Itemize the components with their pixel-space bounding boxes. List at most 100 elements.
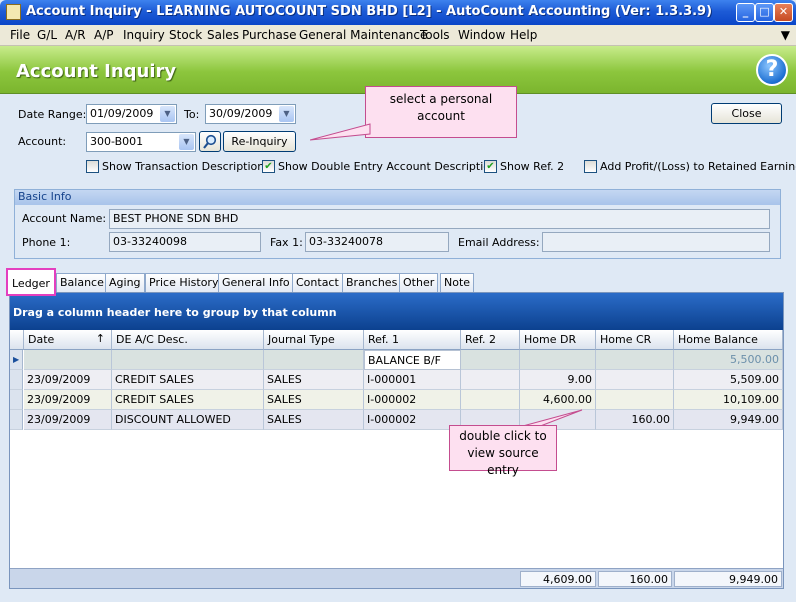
table-cell[interactable] xyxy=(596,390,674,410)
tab-branches[interactable]: Branches xyxy=(342,273,402,292)
menu-general-maintenance[interactable]: General Maintenance xyxy=(299,28,427,42)
show-double-entry-label: Show Double Entry Account Description xyxy=(278,160,497,173)
chevron-down-icon[interactable]: ▼ xyxy=(279,106,294,122)
maximize-icon[interactable]: □ xyxy=(755,3,774,22)
add-profit-loss-checkbox[interactable] xyxy=(584,160,597,173)
date-from-value: 01/09/2009 xyxy=(90,107,154,120)
date-to-input[interactable]: 30/09/2009 ▼ xyxy=(205,104,296,124)
menu-ar[interactable]: A/R xyxy=(65,28,86,42)
date-from-input[interactable]: 01/09/2009 ▼ xyxy=(86,104,177,124)
tab-other[interactable]: Other xyxy=(399,273,439,292)
window-titlebar: Account Inquiry - LEARNING AUTOCOUNT SDN… xyxy=(0,0,796,25)
row-selector[interactable] xyxy=(10,410,23,430)
table-cell[interactable]: 5,500.00 xyxy=(674,350,783,370)
menu-window[interactable]: Window xyxy=(458,28,505,42)
search-button[interactable] xyxy=(199,131,221,152)
table-cell[interactable]: 23/09/2009 xyxy=(24,390,112,410)
table-cell[interactable]: I-000001 xyxy=(364,370,461,390)
table-cell[interactable]: 5,509.00 xyxy=(674,370,783,390)
search-icon xyxy=(203,134,217,149)
show-transaction-description-checkbox[interactable] xyxy=(86,160,99,173)
table-cell[interactable]: CREDIT SALES xyxy=(112,370,264,390)
row-selector[interactable] xyxy=(10,390,23,410)
menu-stock[interactable]: Stock xyxy=(169,28,202,42)
table-cell[interactable]: 160.00 xyxy=(596,410,674,430)
chevron-down-icon[interactable]: ▼ xyxy=(179,134,194,150)
column-header-ref1[interactable]: Ref. 1 xyxy=(364,330,461,350)
tab-general-info[interactable]: General Info xyxy=(218,273,294,292)
row-selector[interactable] xyxy=(10,370,23,390)
column-header-home-dr[interactable]: Home DR xyxy=(520,330,596,350)
menu-inquiry[interactable]: Inquiry xyxy=(123,28,165,42)
table-cell[interactable]: SALES xyxy=(264,410,364,430)
account-label: Account: xyxy=(18,135,67,148)
minimize-icon[interactable]: _ xyxy=(736,3,755,22)
table-cell[interactable]: I-000002 xyxy=(364,410,461,430)
table-cell[interactable]: SALES xyxy=(264,370,364,390)
menu-gl[interactable]: G/L xyxy=(37,28,57,42)
table-cell[interactable] xyxy=(461,390,520,410)
column-header-ref2[interactable]: Ref. 2 xyxy=(461,330,520,350)
table-cell[interactable]: I-000002 xyxy=(364,390,461,410)
close-button[interactable]: Close xyxy=(711,103,782,124)
add-profit-loss-label: Add Profit/(Loss) to Retained Earning xyxy=(600,160,796,173)
account-input[interactable]: 300-B001 ▼ xyxy=(86,132,196,152)
table-cell[interactable]: 9.00 xyxy=(520,370,596,390)
table-cell[interactable] xyxy=(264,350,364,370)
chevron-down-icon[interactable]: ▼ xyxy=(160,106,175,122)
table-cell[interactable]: 10,109.00 xyxy=(674,390,783,410)
menu-ap[interactable]: A/P xyxy=(94,28,114,42)
table-cell[interactable]: 23/09/2009 xyxy=(24,410,112,430)
table-cell[interactable]: 4,600.00 xyxy=(520,390,596,410)
menu-purchase[interactable]: Purchase xyxy=(242,28,297,42)
menu-tools[interactable]: Tools xyxy=(420,28,450,42)
column-header-home-cr[interactable]: Home CR xyxy=(596,330,674,350)
callout-select-account: select a personal account xyxy=(365,86,517,138)
group-by-bar[interactable]: Drag a column header here to group by th… xyxy=(10,293,783,330)
ledger-grid[interactable]: Drag a column header here to group by th… xyxy=(9,292,784,589)
show-ref2-checkbox[interactable]: ✔ xyxy=(484,160,497,173)
sort-up-icon: ↑ xyxy=(95,332,105,345)
tab-aging[interactable]: Aging xyxy=(105,273,145,292)
show-transaction-description-label: Show Transaction Description xyxy=(102,160,265,173)
table-cell[interactable] xyxy=(112,350,264,370)
menu-file[interactable]: File xyxy=(10,28,30,42)
table-cell[interactable] xyxy=(461,370,520,390)
menu-sales[interactable]: Sales xyxy=(207,28,239,42)
tab-contact[interactable]: Contact xyxy=(292,273,343,292)
help-icon[interactable]: ? xyxy=(756,54,788,86)
tab-note[interactable]: Note xyxy=(440,273,475,292)
table-cell[interactable] xyxy=(596,370,674,390)
table-cell[interactable] xyxy=(461,350,520,370)
column-header-journal-type[interactable]: Journal Type xyxy=(264,330,364,350)
table-cell[interactable] xyxy=(24,350,112,370)
column-header-home-balance[interactable]: Home Balance xyxy=(674,330,783,350)
table-cell[interactable]: SALES xyxy=(264,390,364,410)
table-cell[interactable] xyxy=(520,350,596,370)
page-title: Account Inquiry xyxy=(16,61,177,82)
menu-help[interactable]: Help xyxy=(510,28,537,42)
table-cell[interactable] xyxy=(596,350,674,370)
table-cell[interactable]: DISCOUNT ALLOWED xyxy=(112,410,264,430)
phone-label: Phone 1: xyxy=(22,236,71,249)
column-header-date[interactable]: Date ↑ xyxy=(24,330,112,350)
tab-price-history[interactable]: Price History xyxy=(145,273,223,292)
tab-ledger[interactable]: Ledger xyxy=(6,268,56,296)
close-window-icon[interactable]: ✕ xyxy=(774,3,793,22)
table-cell-focused[interactable]: BALANCE B/F xyxy=(364,350,461,370)
show-double-entry-checkbox[interactable]: ✔ xyxy=(262,160,275,173)
fax-field: 03-33240078 xyxy=(305,232,449,252)
table-cell[interactable]: 9,949.00 xyxy=(674,410,783,430)
email-field xyxy=(542,232,770,252)
tab-balance[interactable]: Balance xyxy=(56,273,108,292)
column-header-de-ac-desc[interactable]: DE A/C Desc. xyxy=(112,330,264,350)
basic-info-panel: Basic Info Account Name: BEST PHONE SDN … xyxy=(14,189,781,259)
date-to-value: 30/09/2009 xyxy=(209,107,273,120)
menu-bar: File G/L A/R A/P Inquiry Stock Sales Pur… xyxy=(0,25,796,46)
table-cell[interactable]: CREDIT SALES xyxy=(112,390,264,410)
reinquiry-button[interactable]: Re-Inquiry xyxy=(223,131,296,152)
table-cell[interactable]: 23/09/2009 xyxy=(24,370,112,390)
scrollbar-edge xyxy=(784,278,794,578)
chevron-down-icon[interactable]: ▼ xyxy=(781,28,790,42)
account-name-label: Account Name: xyxy=(22,212,107,225)
